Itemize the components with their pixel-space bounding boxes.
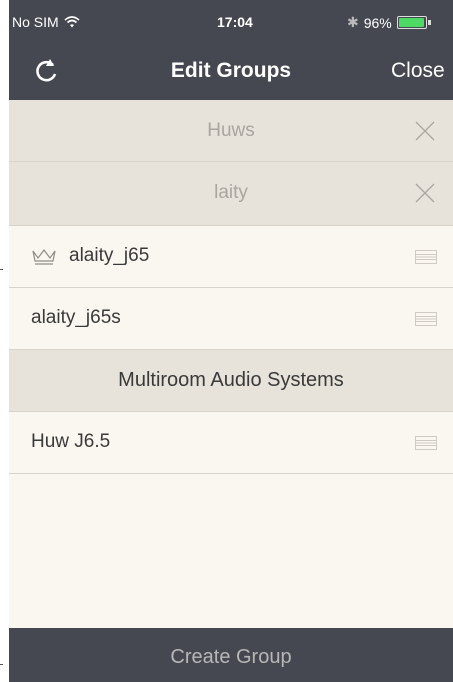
- bluetooth-icon: ✱: [347, 14, 359, 30]
- carrier-label: No SIM: [12, 14, 59, 30]
- battery-percent: 96%: [363, 14, 392, 31]
- section-header: Multiroom Audio Systems: [9, 350, 453, 412]
- page-title: Edit Groups: [170, 59, 292, 82]
- group-row[interactable]: Huws: [9, 100, 453, 162]
- member-row[interactable]: alaity_j65: [9, 226, 453, 288]
- group-name: Huws: [207, 120, 255, 141]
- phone-screen: No SIM 17:04 ✱ 96% Edit Groups Close Huw: [9, 0, 453, 682]
- drag-handle-icon[interactable]: [415, 436, 437, 450]
- member-name: alaity_j65: [69, 245, 150, 266]
- system-name: Huw J6.5: [31, 431, 111, 452]
- battery-fill: [398, 18, 424, 27]
- crown-icon: [32, 249, 56, 265]
- drag-handle-icon[interactable]: [415, 312, 437, 326]
- nav-bar: Edit Groups Close: [9, 44, 453, 100]
- status-time: 17:04: [217, 14, 253, 30]
- section-title: Multiroom Audio Systems: [118, 369, 344, 391]
- wifi-icon: [64, 16, 80, 28]
- group-row[interactable]: laity: [9, 162, 453, 226]
- status-bar: No SIM 17:04 ✱ 96%: [9, 0, 453, 44]
- create-group-button[interactable]: Create Group: [9, 628, 453, 682]
- member-row[interactable]: alaity_j65s: [9, 288, 453, 350]
- close-button[interactable]: Close: [391, 59, 445, 83]
- group-name: laity: [214, 182, 248, 203]
- edge-mark: [0, 664, 3, 665]
- system-row[interactable]: Huw J6.5: [9, 412, 453, 474]
- close-x-icon[interactable]: [414, 120, 436, 142]
- battery-icon: [396, 16, 431, 29]
- close-x-icon[interactable]: [414, 182, 436, 204]
- member-name: alaity_j65s: [31, 307, 121, 328]
- edge-mark: [0, 269, 3, 270]
- drag-handle-icon[interactable]: [415, 250, 437, 264]
